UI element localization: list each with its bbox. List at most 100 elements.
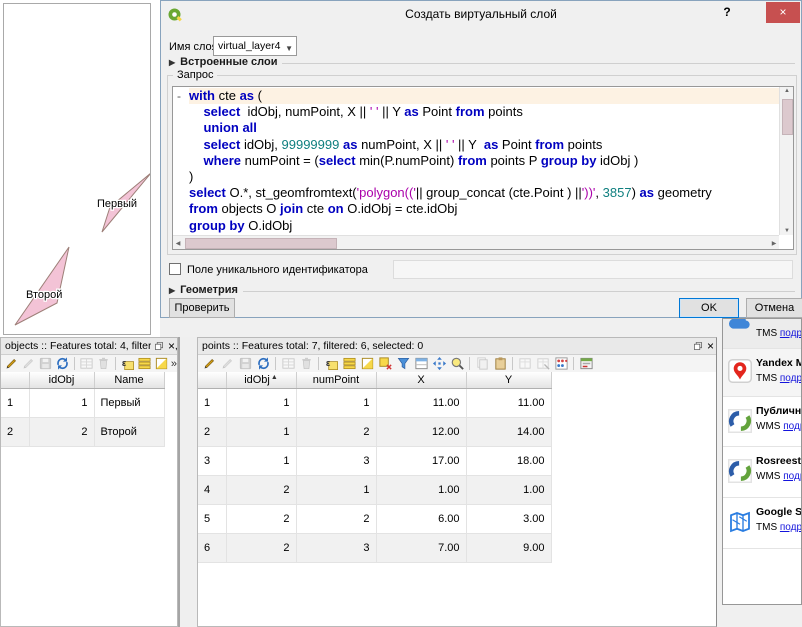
sql-line[interactable]: union all xyxy=(189,120,779,136)
column-header-idobj[interactable]: idObj xyxy=(29,372,94,389)
table-cell[interactable]: 2 xyxy=(226,476,296,505)
new-field-icon[interactable] xyxy=(517,356,533,372)
multiedit-icon[interactable] xyxy=(21,356,36,372)
sql-line[interactable]: -with cte as ( xyxy=(189,88,779,104)
sql-line[interactable]: select O.*, st_geomfromtext('polygon(('|… xyxy=(189,185,779,201)
table-cell[interactable]: 1 xyxy=(226,447,296,476)
table-cell[interactable]: 18.00 xyxy=(466,447,551,476)
details-link[interactable]: подроб xyxy=(783,471,801,482)
table-cell[interactable]: 1.00 xyxy=(376,476,466,505)
move-selection-top-icon[interactable] xyxy=(413,356,429,372)
table-cell[interactable]: 2 xyxy=(226,505,296,534)
sql-editor[interactable]: -with cte as ( select idObj, numPoint, X… xyxy=(172,86,794,250)
dialog-titlebar[interactable]: Создать виртуальный слой ? × xyxy=(161,1,801,27)
toggle-edit-icon[interactable] xyxy=(4,356,19,372)
unique-id-checkbox[interactable] xyxy=(169,263,181,275)
table-cell[interactable]: 12.00 xyxy=(376,418,466,447)
table-row[interactable]: 22Второй xyxy=(1,418,164,447)
table-cell[interactable]: 6 xyxy=(198,534,226,563)
table-cell[interactable]: 1 xyxy=(1,389,29,418)
table-cell[interactable]: 9.00 xyxy=(466,534,551,563)
table-cell[interactable]: 7.00 xyxy=(376,534,466,563)
sql-line[interactable]: select idObj, 99999999 as numPoint, X ||… xyxy=(189,137,779,153)
multiedit-icon[interactable] xyxy=(219,356,235,372)
sql-line[interactable]: from objects O join cte on O.idObj = cte… xyxy=(189,201,779,217)
ok-button[interactable]: OK xyxy=(679,298,739,318)
dock-panel-icon[interactable] xyxy=(578,356,594,372)
details-link[interactable]: подроб xyxy=(783,421,801,432)
column-header-numpoint[interactable]: numPoint xyxy=(296,372,376,389)
delete-field-icon[interactable] xyxy=(535,356,551,372)
select-all-icon[interactable] xyxy=(137,356,152,372)
scroll-left-icon[interactable]: ◀ xyxy=(174,240,182,247)
sql-line[interactable]: where numPoint = (select min(P.numPoint)… xyxy=(189,153,779,169)
column-header-name[interactable]: Name xyxy=(94,372,164,389)
column-header-idobj[interactable]: idObj▲ xyxy=(226,372,296,389)
delete-feature-icon[interactable] xyxy=(298,356,314,372)
table-cell[interactable]: 1 xyxy=(226,418,296,447)
table-cell[interactable]: 6.00 xyxy=(376,505,466,534)
add-feature-icon[interactable] xyxy=(79,356,94,372)
details-link[interactable]: подробн xyxy=(780,522,801,533)
column-header-y[interactable]: Y xyxy=(466,372,551,389)
table-cell[interactable]: 2 xyxy=(29,418,94,447)
vertical-scrollbar[interactable]: ▲ ▼ xyxy=(779,87,793,235)
toolbar-overflow-icon[interactable]: » xyxy=(171,358,177,370)
table-row[interactable]: 4211.001.00 xyxy=(198,476,551,505)
unique-id-input[interactable] xyxy=(393,260,793,279)
reload-icon[interactable] xyxy=(55,356,70,372)
table-row[interactable]: 11Первый xyxy=(1,389,164,418)
list-item[interactable]: Yandex Map TMS подробн xyxy=(723,349,801,397)
table-cell[interactable]: 5 xyxy=(198,505,226,534)
table-cell[interactable]: 3 xyxy=(296,447,376,476)
table-cell[interactable]: 3.00 xyxy=(466,505,551,534)
copy-icon[interactable] xyxy=(474,356,490,372)
help-button[interactable]: ? xyxy=(715,2,739,23)
table-cell[interactable]: 2 xyxy=(296,505,376,534)
save-edits-icon[interactable] xyxy=(38,356,53,372)
table-cell[interactable]: 17.00 xyxy=(376,447,466,476)
table-cell[interactable]: 11.00 xyxy=(376,389,466,418)
zoom-to-selection-icon[interactable] xyxy=(449,356,465,372)
table-row[interactable]: 5226.003.00 xyxy=(198,505,551,534)
table-cell[interactable]: 1 xyxy=(29,389,94,418)
table-cell[interactable]: 11.00 xyxy=(466,389,551,418)
sql-line[interactable]: group by O.idObj xyxy=(189,218,779,234)
save-edits-icon[interactable] xyxy=(237,356,253,372)
check-button[interactable]: Проверить xyxy=(169,298,235,318)
embedded-layers-section[interactable]: ▶ Встроенные слои xyxy=(169,56,795,68)
horizontal-scrollbar[interactable]: ◀ ▶ xyxy=(173,235,779,249)
panel-titlebar[interactable]: points :: Features total: 7, filtered: 6… xyxy=(198,338,716,355)
select-by-expression-icon[interactable]: ε xyxy=(323,356,339,372)
invert-selection-icon[interactable] xyxy=(359,356,375,372)
scrollbar-thumb[interactable] xyxy=(185,238,337,249)
float-icon[interactable] xyxy=(154,341,164,351)
geometry-section[interactable]: ▶ Геометрия xyxy=(169,284,795,296)
table-cell[interactable]: 2 xyxy=(226,534,296,563)
fold-marker-icon[interactable]: - xyxy=(177,88,181,104)
expand-arrow-icon[interactable]: ▶ xyxy=(169,58,175,67)
table-row[interactable]: 6237.009.00 xyxy=(198,534,551,563)
scroll-down-icon[interactable]: ▼ xyxy=(780,228,794,234)
select-all-icon[interactable] xyxy=(341,356,357,372)
column-header-rownum[interactable] xyxy=(1,372,29,389)
panel-splitter[interactable] xyxy=(178,337,197,627)
list-item[interactable]: TMS подробн xyxy=(723,319,801,349)
filter-icon[interactable] xyxy=(395,356,411,372)
table-cell[interactable]: Второй xyxy=(94,418,164,447)
table-cell[interactable]: 1 xyxy=(296,389,376,418)
close-icon[interactable]: × xyxy=(707,339,714,353)
layer-name-combobox[interactable]: virtual_layer4 ▼ xyxy=(213,36,297,56)
table-cell[interactable]: Первый xyxy=(94,389,164,418)
table-cell[interactable]: 2 xyxy=(296,418,376,447)
scroll-right-icon[interactable]: ▶ xyxy=(770,240,778,247)
deselect-all-icon[interactable] xyxy=(377,356,393,372)
panel-titlebar[interactable]: objects :: Features total: 4, filtered: … xyxy=(1,338,177,355)
details-link[interactable]: подробн xyxy=(780,328,801,339)
list-item[interactable]: Публичная WMS подроб xyxy=(723,397,801,447)
column-header-rownum[interactable] xyxy=(198,372,226,389)
reload-icon[interactable] xyxy=(255,356,271,372)
map-canvas[interactable]: Первый Второй xyxy=(3,3,151,335)
conditional-formatting-icon[interactable] xyxy=(553,356,569,372)
table-cell[interactable]: 1 xyxy=(296,476,376,505)
